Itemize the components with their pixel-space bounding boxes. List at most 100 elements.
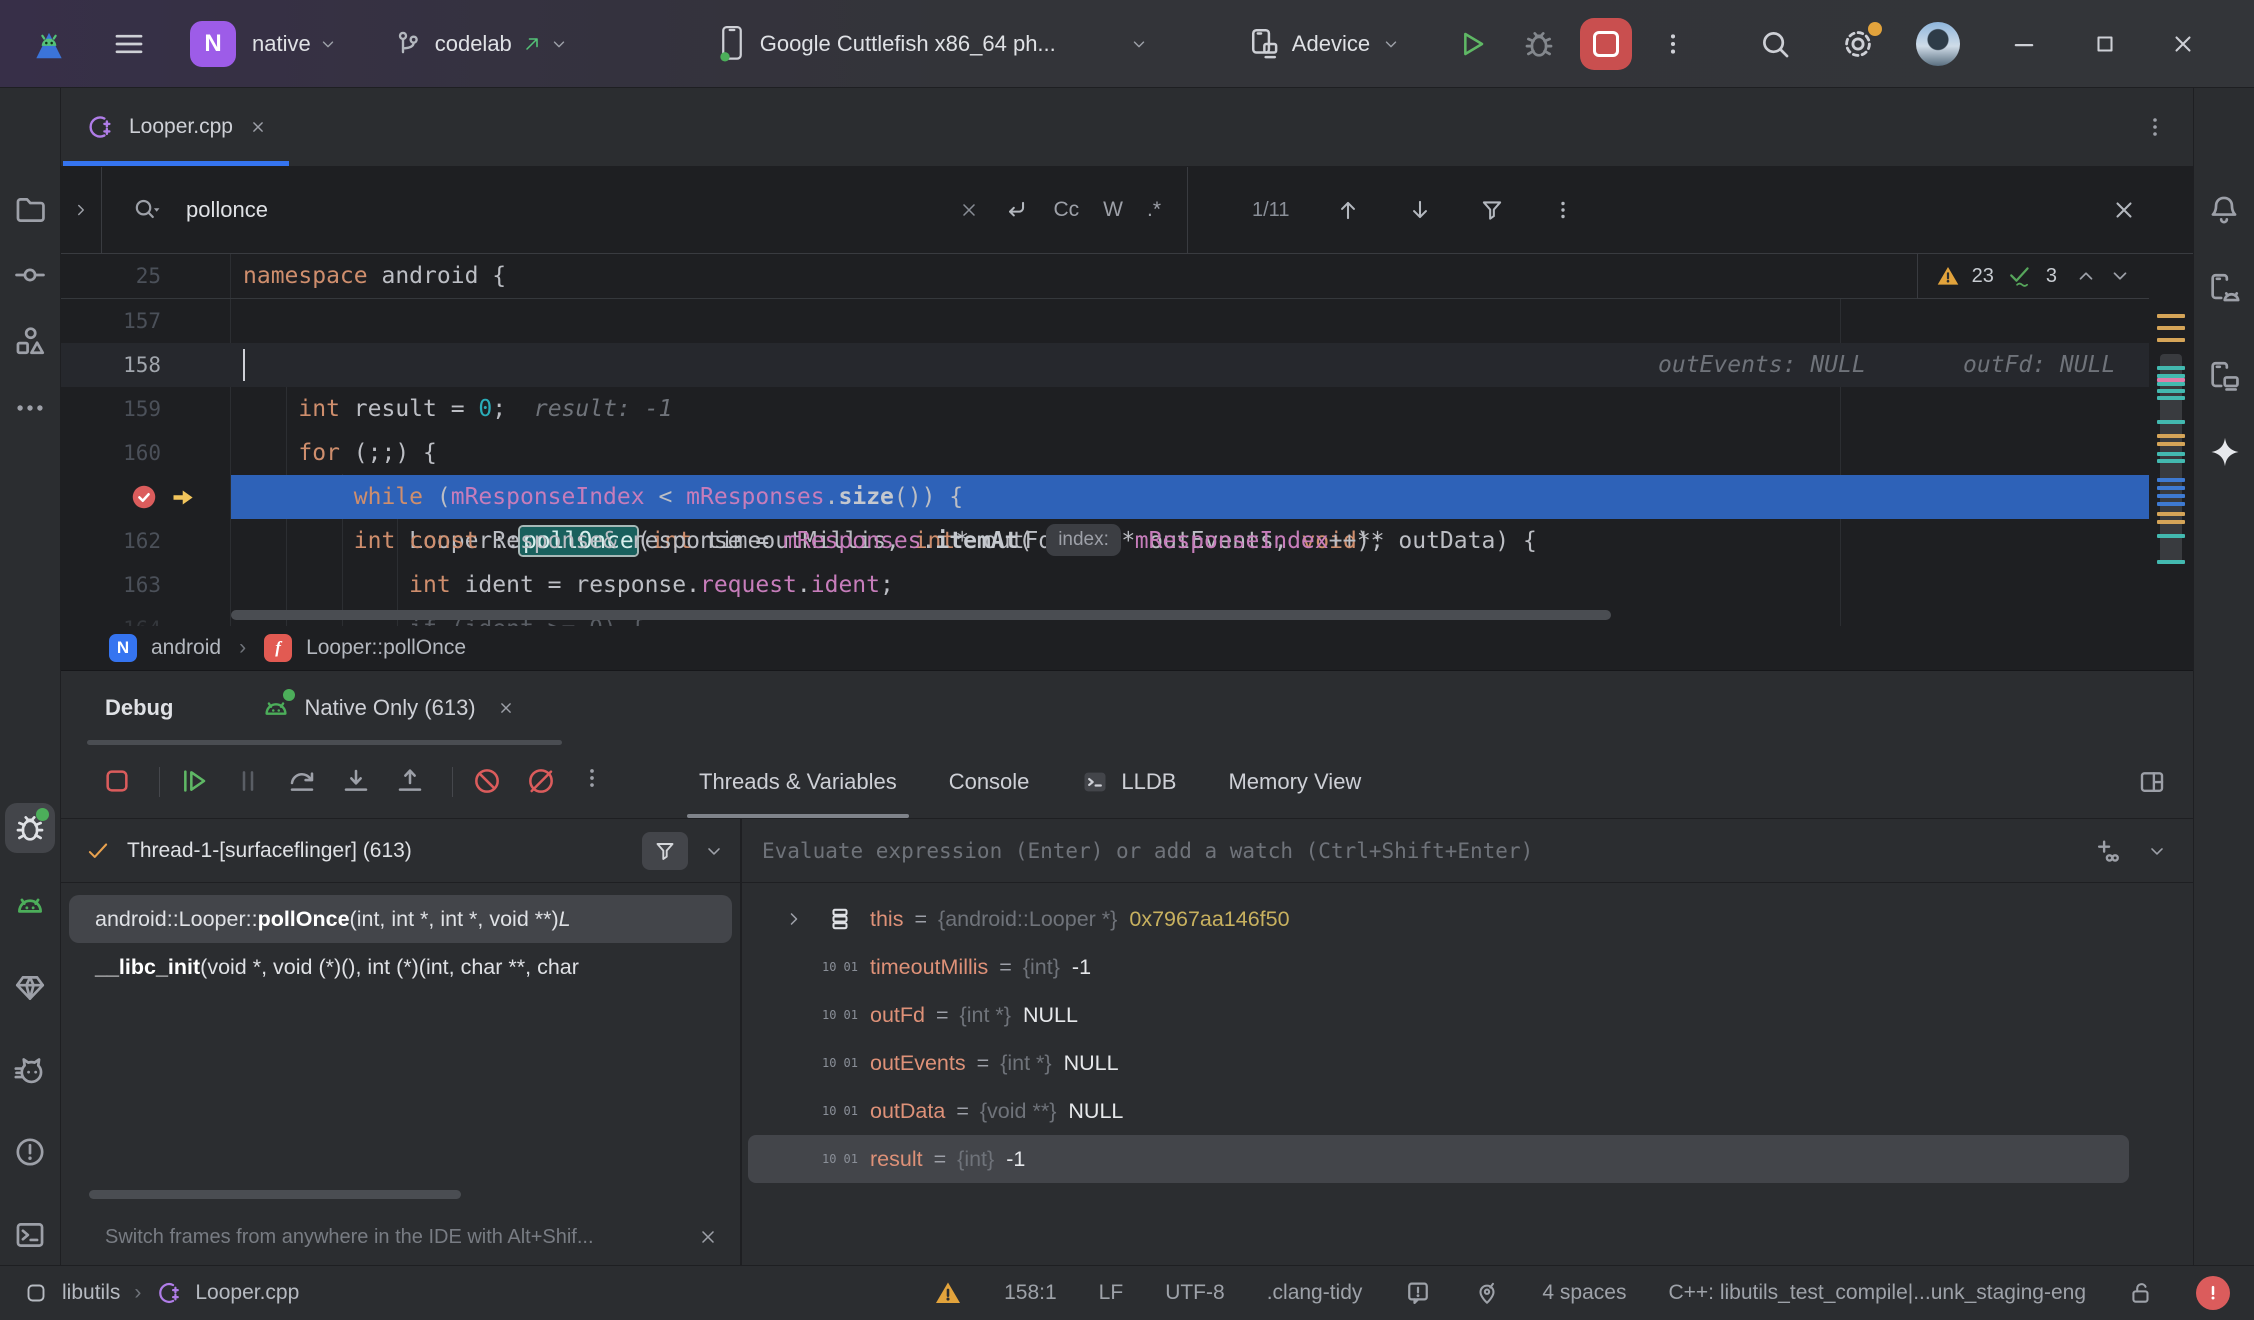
stack-frame[interactable]: __libc_init(void *, void (*)(), int (*)(… (69, 943, 732, 991)
project-tool-icon[interactable] (13, 193, 47, 227)
search-options-kebab-icon[interactable] (1551, 198, 1575, 222)
error-stripe-mark[interactable] (2157, 434, 2185, 438)
main-menu-icon[interactable] (112, 27, 146, 61)
error-stripe-mark[interactable] (2157, 382, 2185, 386)
variable-row[interactable]: 1001 outEvents= {int *} NULL (748, 1039, 2129, 1087)
error-stripe-mark[interactable] (2157, 478, 2185, 482)
error-stripe-mark[interactable] (2157, 420, 2185, 424)
error-stripe-mark[interactable] (2157, 366, 2185, 370)
commit-tool-icon[interactable] (13, 258, 47, 292)
code-editor[interactable]: 25 namespace android { 157 158 outEvents… (61, 254, 2193, 626)
stack-frame-selected[interactable]: android::Looper::pollOnce(int, int *, in… (69, 895, 732, 943)
gemini-ai-tool-icon[interactable] (2207, 434, 2241, 468)
search-input[interactable]: pollonce Cc W .* (102, 167, 1188, 253)
minimize-window-icon[interactable] (2010, 30, 2038, 58)
notifications-bell-icon[interactable] (2207, 193, 2241, 227)
vcs-branch-selector[interactable]: codelab (435, 31, 512, 57)
close-session-icon[interactable] (497, 699, 515, 717)
prev-problem-chevron-icon[interactable] (2075, 265, 2097, 287)
more-actions-icon[interactable] (1660, 31, 1686, 57)
chevron-down-icon[interactable] (1382, 35, 1400, 53)
debug-tool-icon-selected[interactable] (5, 803, 55, 853)
dismiss-hint-icon[interactable] (698, 1227, 718, 1247)
close-search-icon[interactable] (2111, 197, 2137, 223)
clear-search-icon[interactable] (959, 200, 979, 220)
error-stripe-mark[interactable] (2157, 512, 2185, 516)
run-config-selector[interactable]: Adevice (1292, 31, 1370, 57)
error-stripe-mark[interactable] (2157, 314, 2185, 318)
stop-process-icon[interactable] (101, 765, 135, 799)
close-tab-icon[interactable] (249, 118, 267, 136)
thread-filter-button[interactable] (642, 832, 688, 870)
breadcrumb-item[interactable]: android (151, 636, 221, 660)
eval-expand-chevron-icon[interactable] (2147, 841, 2167, 861)
chevron-down-icon[interactable] (1130, 35, 1148, 53)
debug-button[interactable] (1522, 27, 1556, 61)
debugger-more-kebab-icon[interactable] (579, 765, 613, 799)
error-stripe-mark[interactable] (2157, 494, 2185, 498)
regex-toggle[interactable]: .* (1147, 198, 1161, 222)
evaluate-expression-bar[interactable]: Evaluate expression (Enter) or add a wat… (742, 819, 2193, 883)
expand-search-chevron-icon[interactable] (61, 167, 102, 253)
error-stripe-mark[interactable] (2157, 396, 2185, 400)
variable-row-this[interactable]: this= {android::Looper *} 0x7967aa146f50 (748, 895, 2129, 943)
add-watch-icon[interactable] (2091, 836, 2121, 866)
error-stripe-mark[interactable] (2157, 338, 2185, 342)
cpp-toolchain[interactable]: C++: libutils_test_compile|...unk_stagin… (1668, 1281, 2086, 1305)
breakpoint-icon[interactable] (129, 482, 159, 512)
next-occurrence-icon[interactable] (1407, 197, 1433, 223)
structure-tool-icon[interactable] (13, 324, 47, 358)
app-quality-insights-icon[interactable] (13, 971, 47, 1005)
lock-open-icon[interactable] (2128, 1280, 2154, 1306)
step-out-icon[interactable] (394, 765, 428, 799)
profiler-tool-icon[interactable] (13, 1053, 47, 1087)
error-notification-badge[interactable] (2196, 1276, 2230, 1310)
variable-row[interactable]: 1001 outFd= {int *} NULL (748, 991, 2129, 1039)
variable-row[interactable]: 1001 outData= {void **} NULL (748, 1087, 2129, 1135)
user-avatar[interactable] (1916, 22, 1960, 66)
run-button[interactable] (1456, 28, 1488, 60)
match-case-toggle[interactable]: Cc (1053, 198, 1079, 222)
resume-program-icon[interactable] (178, 765, 212, 799)
status-module-name[interactable]: libutils (62, 1281, 120, 1305)
terminal-tool-icon[interactable] (13, 1218, 47, 1252)
caret-position[interactable]: 158:1 (1004, 1281, 1057, 1305)
previous-occurrence-icon[interactable] (1335, 197, 1361, 223)
error-stripe-mark[interactable] (2157, 520, 2185, 524)
maximize-window-icon[interactable] (2092, 31, 2118, 57)
error-stripe-mark[interactable] (2157, 389, 2185, 393)
step-into-icon[interactable] (340, 765, 374, 799)
logcat-tool-icon[interactable] (13, 888, 47, 922)
indent-setting[interactable]: 4 spaces (1542, 1281, 1626, 1305)
more-tool-windows-icon[interactable] (13, 391, 47, 425)
debug-session-tab[interactable]: Native Only (613) (261, 693, 514, 723)
variable-row[interactable]: 1001 timeoutMillis= {int} -1 (748, 943, 2129, 991)
status-file-name[interactable]: Looper.cpp (195, 1281, 299, 1305)
breadcrumb-item[interactable]: Looper::pollOnce (306, 636, 466, 660)
remove-breakpoints-icon[interactable] (525, 765, 559, 799)
stop-button[interactable] (1580, 18, 1632, 70)
line-separator[interactable]: LF (1099, 1281, 1124, 1305)
expand-chevron-icon[interactable] (784, 909, 824, 929)
settings-gear-icon[interactable] (1840, 26, 1876, 62)
error-stripe-mark[interactable] (2157, 326, 2185, 330)
device-selector[interactable]: Google Cuttlefish x86_64 ph... (760, 31, 1120, 57)
search-everywhere-icon[interactable] (1758, 27, 1792, 61)
status-breadcrumb[interactable]: libutils › Looper.cpp (24, 1279, 299, 1307)
mute-breakpoints-icon[interactable] (471, 765, 505, 799)
tab-threads-variables[interactable]: Threads & Variables (673, 745, 923, 818)
next-problem-chevron-icon[interactable] (2109, 265, 2131, 287)
step-over-icon[interactable] (286, 765, 320, 799)
inspections-widget[interactable]: 23 3 (1917, 254, 2149, 299)
error-stripe-mark[interactable] (2157, 486, 2185, 490)
frames-horizontal-scrollbar[interactable] (89, 1190, 461, 1199)
variable-row-selected[interactable]: 1001 result= {int} -1 (748, 1135, 2129, 1183)
error-stripe-mark[interactable] (2157, 452, 2185, 456)
error-stripe-mark[interactable] (2157, 502, 2185, 506)
search-mode-icon[interactable] (132, 195, 162, 225)
newline-icon[interactable] (1003, 197, 1029, 223)
status-warning-icon[interactable] (934, 1279, 962, 1307)
editor-tab-looper-cpp[interactable]: Looper.cpp (63, 88, 289, 166)
layout-settings-icon[interactable] (2137, 767, 2167, 797)
whole-words-toggle[interactable]: W (1103, 198, 1123, 222)
